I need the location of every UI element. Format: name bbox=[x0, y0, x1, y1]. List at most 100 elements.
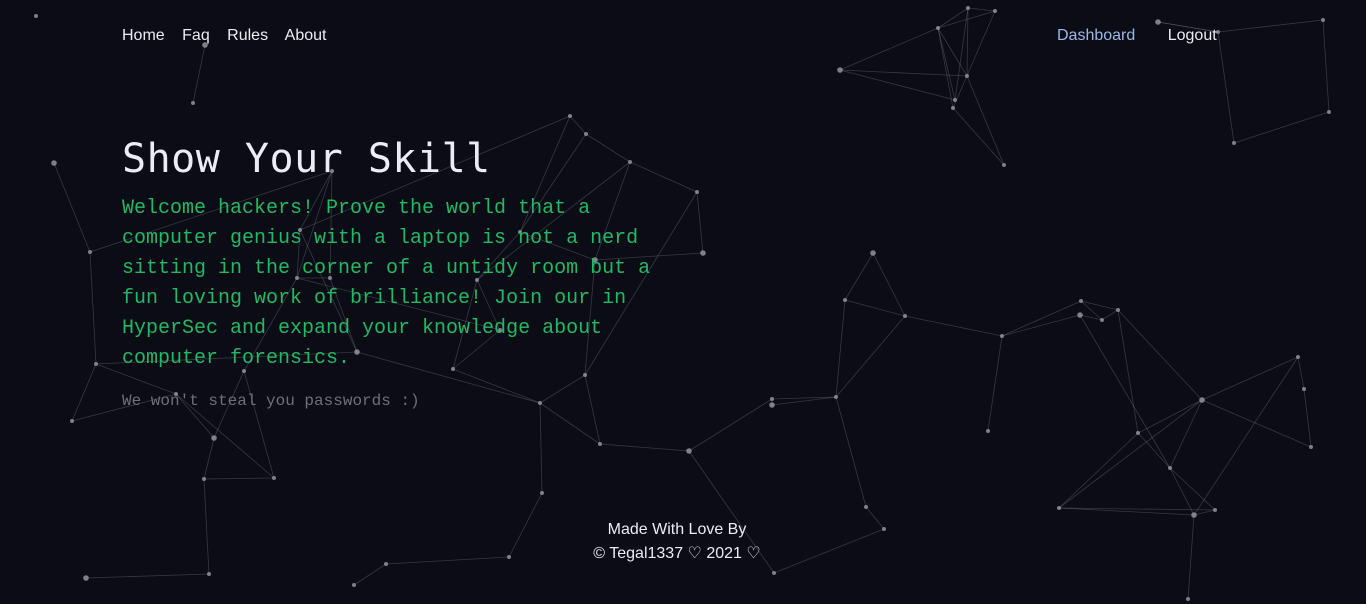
network-node bbox=[207, 572, 211, 576]
nav-faq-link[interactable]: Faq bbox=[182, 27, 210, 44]
network-node bbox=[1116, 308, 1120, 312]
network-line bbox=[771, 396, 837, 400]
network-line bbox=[835, 299, 846, 398]
network-node bbox=[202, 477, 206, 481]
network-node bbox=[1191, 512, 1197, 518]
network-line bbox=[539, 402, 543, 494]
network-node bbox=[903, 314, 907, 318]
network-node bbox=[1077, 312, 1083, 318]
network-line bbox=[1079, 314, 1171, 469]
network-line bbox=[203, 437, 215, 480]
network-node bbox=[864, 505, 868, 509]
network-line bbox=[1169, 399, 1203, 469]
nav-rules-link[interactable]: Rules bbox=[227, 27, 268, 44]
hero-section: Show Your Skill Welcome hackers! Prove t… bbox=[122, 134, 682, 410]
network-line bbox=[1001, 300, 1082, 337]
network-line bbox=[1193, 509, 1216, 516]
network-node bbox=[1199, 397, 1205, 403]
network-node bbox=[540, 491, 544, 495]
network-node bbox=[51, 160, 57, 166]
network-node bbox=[986, 429, 990, 433]
network-line bbox=[937, 10, 996, 29]
network-node bbox=[951, 106, 955, 110]
network-node bbox=[1136, 431, 1140, 435]
network-node bbox=[1186, 597, 1190, 601]
main-nav: Home Faq Rules About bbox=[122, 27, 339, 45]
network-line bbox=[844, 252, 874, 301]
network-node bbox=[1321, 18, 1325, 22]
network-line bbox=[1217, 19, 1324, 33]
network-line bbox=[1058, 507, 1195, 516]
network-line bbox=[1080, 300, 1119, 311]
network-node bbox=[769, 402, 775, 408]
network-line bbox=[937, 7, 969, 29]
network-line bbox=[835, 315, 906, 398]
network-node bbox=[837, 67, 843, 73]
hero-welcome-text: Welcome hackers! Prove the world that a … bbox=[122, 197, 651, 370]
network-line bbox=[688, 398, 773, 452]
network-node bbox=[1327, 110, 1331, 114]
network-line bbox=[937, 27, 956, 101]
network-node bbox=[1155, 19, 1161, 25]
network-node bbox=[88, 250, 92, 254]
network-line bbox=[1058, 432, 1139, 509]
network-line bbox=[1058, 507, 1216, 511]
hero-title: Show Your Skill bbox=[122, 136, 491, 182]
network-line bbox=[1080, 300, 1103, 321]
network-line bbox=[966, 7, 969, 77]
network-node bbox=[965, 74, 969, 78]
footer-credit: Made With Love By bbox=[607, 521, 747, 538]
hero-note: We won't steal you passwords :) bbox=[122, 392, 420, 410]
network-line bbox=[1079, 314, 1103, 321]
network-line bbox=[1101, 309, 1119, 321]
nav-about-link[interactable]: About bbox=[285, 27, 327, 44]
footer: Made With Love By © Tegal1337 ♡ 2021 ♡ bbox=[0, 518, 1354, 566]
network-line bbox=[1169, 467, 1216, 511]
network-line bbox=[987, 335, 1003, 432]
network-line bbox=[1058, 399, 1203, 509]
network-line bbox=[1117, 309, 1139, 434]
network-node bbox=[1079, 299, 1083, 303]
nav-logout-link[interactable]: Logout bbox=[1168, 27, 1217, 44]
network-line bbox=[1201, 356, 1299, 401]
network-node bbox=[1309, 445, 1313, 449]
network-node bbox=[94, 362, 98, 366]
network-node bbox=[352, 583, 356, 587]
nav-home-link[interactable]: Home bbox=[122, 27, 165, 44]
network-line bbox=[966, 75, 1005, 166]
network-line bbox=[71, 363, 97, 422]
network-node bbox=[1002, 163, 1006, 167]
network-line bbox=[53, 162, 91, 253]
network-line bbox=[1297, 356, 1305, 390]
network-node bbox=[770, 397, 774, 401]
network-line bbox=[967, 7, 996, 12]
network-line bbox=[1137, 432, 1171, 469]
network-line bbox=[839, 69, 956, 101]
network-node bbox=[70, 419, 74, 423]
network-line bbox=[353, 563, 387, 586]
footer-copyright: © Tegal1337 ♡ 2021 ♡ bbox=[593, 545, 761, 562]
network-node bbox=[936, 26, 940, 30]
network-node bbox=[700, 250, 706, 256]
network-line bbox=[904, 315, 1003, 337]
user-nav: Dashboard Logout bbox=[1057, 27, 1217, 45]
network-line bbox=[844, 299, 906, 317]
network-line bbox=[85, 573, 210, 579]
network-node bbox=[834, 395, 838, 399]
network-node bbox=[686, 448, 692, 454]
network-node bbox=[568, 114, 572, 118]
network-node bbox=[1302, 387, 1306, 391]
network-node bbox=[211, 435, 217, 441]
network-line bbox=[952, 107, 1005, 166]
network-line bbox=[952, 10, 996, 109]
network-line bbox=[1193, 356, 1299, 516]
nav-dashboard-link[interactable]: Dashboard bbox=[1057, 27, 1135, 44]
network-line bbox=[1217, 31, 1235, 144]
network-node bbox=[772, 571, 776, 575]
network-node bbox=[1168, 466, 1172, 470]
network-line bbox=[1117, 309, 1203, 401]
network-node bbox=[83, 575, 89, 581]
network-line bbox=[192, 44, 206, 104]
network-node bbox=[966, 6, 970, 10]
network-line bbox=[1322, 19, 1330, 113]
